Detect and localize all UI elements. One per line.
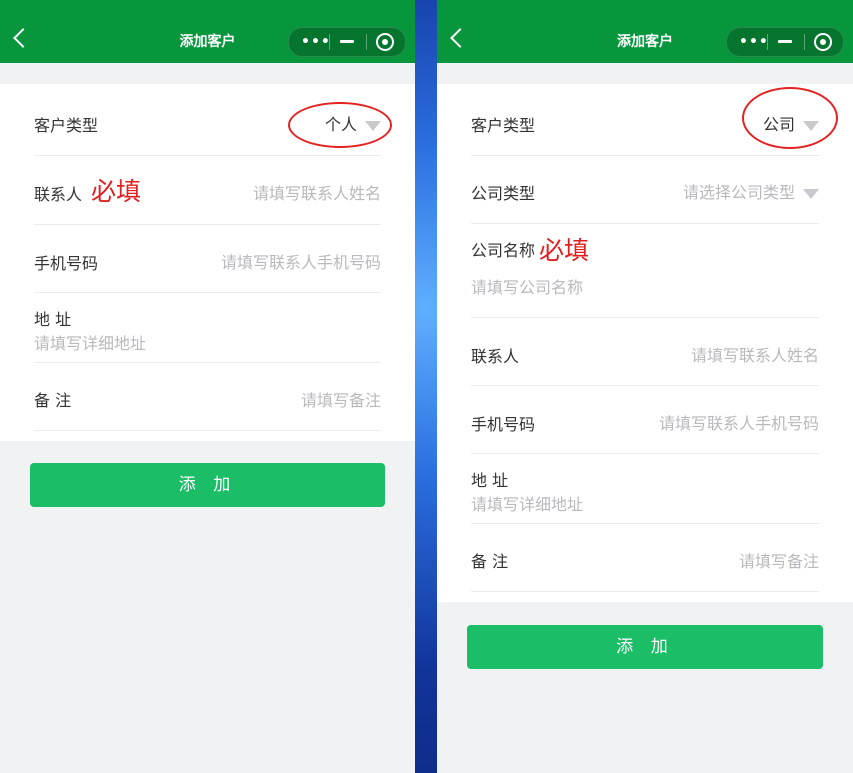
minimize-icon[interactable]	[778, 40, 792, 43]
contact-name-input[interactable]: 请填写联系人姓名	[691, 342, 819, 366]
annotation-circle	[288, 102, 392, 148]
address-row: 地 址 请填写详细地址	[471, 454, 819, 524]
address-label: 地 址	[34, 310, 72, 329]
address-input[interactable]: 请填写详细地址	[34, 330, 146, 354]
form-bottom-padding	[0, 431, 415, 441]
phone-input[interactable]: 请填写联系人手机号码	[659, 410, 819, 434]
more-dots-icon[interactable]: •••	[301, 28, 331, 56]
customer-type-label: 客户类型	[471, 116, 536, 135]
annotation-circle	[742, 87, 838, 149]
company-type-row[interactable]: 公司类型 请选择公司类型	[471, 156, 819, 224]
company-name-row: 公司名称 必填 请填写公司名称	[471, 224, 819, 318]
address-input[interactable]: 请填写详细地址	[471, 491, 583, 515]
form-bottom-padding	[437, 592, 853, 602]
contact-row: 联系人 请填写联系人姓名	[471, 318, 819, 386]
remark-row: 备 注 请填写备注	[34, 363, 381, 431]
add-button[interactable]: 添 加	[30, 463, 385, 507]
miniprogram-capsule: •••	[288, 27, 406, 57]
capsule-divider	[329, 34, 330, 50]
customer-type-label: 客户类型	[34, 116, 99, 135]
capsule-divider	[804, 34, 805, 50]
address-row: 地 址 请填写详细地址	[34, 293, 381, 363]
nav-bar: 添加客户 •••	[0, 0, 415, 63]
minimize-icon[interactable]	[340, 40, 354, 43]
company-name-input[interactable]: 请填写公司名称	[471, 274, 583, 298]
company-type-picker[interactable]: 请选择公司类型	[683, 179, 819, 203]
customer-form: 客户类型 公司 公司类型 请选择公司类型 公司名称 必填 请填写公司名称 联系人…	[437, 84, 853, 602]
phone-label: 手机号码	[471, 415, 536, 434]
company-type-placeholder: 请选择公司类型	[682, 183, 795, 202]
address-label: 地 址	[471, 471, 509, 490]
contact-label: 联系人	[471, 347, 520, 366]
phone-label: 手机号码	[34, 254, 99, 273]
nav-bar: 添加客户 •••	[437, 0, 853, 63]
required-annotation: 必填	[539, 236, 590, 265]
dropdown-triangle-icon	[803, 188, 819, 199]
more-dots-icon[interactable]: •••	[739, 28, 769, 56]
capsule-divider	[366, 34, 367, 50]
add-button[interactable]: 添 加	[467, 625, 823, 669]
capsule-divider	[767, 34, 768, 50]
close-target-icon[interactable]	[814, 33, 832, 51]
close-target-icon[interactable]	[376, 33, 394, 51]
remark-row: 备 注 请填写备注	[471, 524, 819, 592]
phone-row: 手机号码 请填写联系人手机号码	[471, 386, 819, 454]
company-name-label: 公司名称	[471, 241, 536, 260]
miniprogram-capsule: •••	[726, 27, 844, 57]
contact-name-input[interactable]: 请填写联系人姓名	[253, 180, 381, 204]
phone-input[interactable]: 请填写联系人手机号码	[221, 249, 381, 273]
remark-label: 备 注	[471, 552, 509, 571]
company-type-label: 公司类型	[471, 184, 536, 203]
remark-label: 备 注	[34, 391, 72, 410]
phone-row: 手机号码 请填写联系人手机号码	[34, 225, 381, 293]
required-annotation: 必填	[91, 177, 142, 206]
remark-input[interactable]: 请填写备注	[301, 387, 381, 411]
phone-screen-company: 添加客户 ••• 客户类型 公司 公司类型 请选择公司类型 公司名称 必填 请填…	[437, 0, 853, 773]
phone-screen-individual: 添加客户 ••• 客户类型 个人 联系人 必填 请填写联系人姓名 手机号码 请填…	[0, 0, 415, 773]
contact-label: 联系人	[34, 185, 83, 204]
contact-row: 联系人 必填 请填写联系人姓名	[34, 156, 381, 225]
remark-input[interactable]: 请填写备注	[739, 548, 819, 572]
